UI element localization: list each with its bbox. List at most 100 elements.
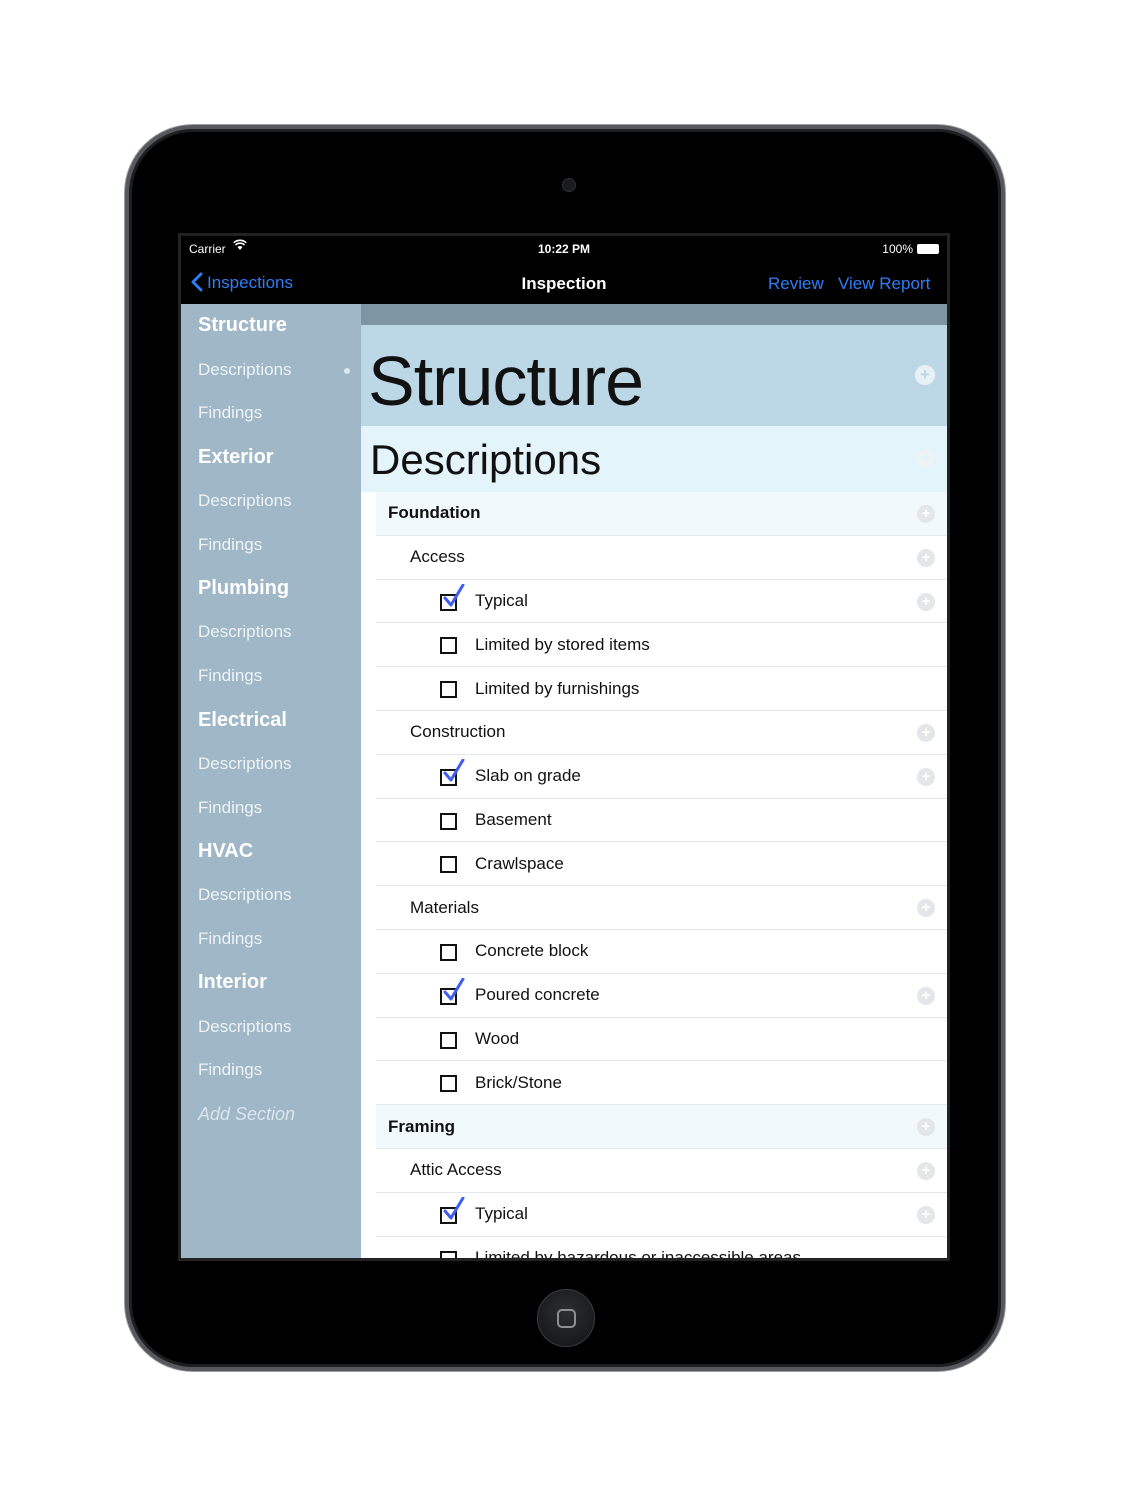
checked-checkbox[interactable] <box>440 977 465 1005</box>
review-button[interactable]: Review <box>768 274 824 294</box>
add-icon[interactable]: + <box>917 1205 935 1224</box>
sidebar-item-label: Structure <box>198 314 287 337</box>
screen: Carrier 10:22 PM 100% Inspections Inspec… <box>178 233 950 1261</box>
sidebar-item[interactable]: Descriptions <box>181 611 361 655</box>
checked-checkbox[interactable] <box>440 583 465 611</box>
checklist-item[interactable]: Typical + <box>376 580 947 624</box>
sidebar-item[interactable]: Findings <box>181 1049 361 1093</box>
row-label: Brick/Stone <box>475 1072 562 1092</box>
checklist-item[interactable]: Poured concrete + <box>376 974 947 1018</box>
home-button[interactable] <box>537 1289 595 1347</box>
sidebar-item[interactable]: Descriptions <box>181 348 361 392</box>
battery-percent: 100% <box>882 242 913 256</box>
checklist-item[interactable]: Wood <box>376 1018 947 1062</box>
add-icon[interactable]: + <box>917 449 935 467</box>
sidebar-section[interactable]: Structure <box>181 304 361 348</box>
sidebar-item[interactable]: Descriptions <box>181 742 361 786</box>
subsection-title: Descriptions <box>370 436 602 483</box>
sidebar-item[interactable]: Findings <box>181 392 361 436</box>
checkbox[interactable] <box>440 943 457 961</box>
subgroup-header[interactable]: Construction + <box>376 711 947 755</box>
sidebar-item-label: Descriptions <box>198 622 292 642</box>
sidebar-section[interactable]: HVAC <box>181 830 361 874</box>
add-icon[interactable]: + <box>917 505 935 523</box>
sidebar-item[interactable]: Descriptions <box>181 873 361 917</box>
sidebar-item-label: Findings <box>198 666 263 686</box>
checklist-item[interactable]: Crawlspace <box>376 842 947 887</box>
sidebar-item[interactable]: Findings <box>181 654 361 698</box>
section-header: Structure + <box>361 325 947 426</box>
row-label: Poured concrete <box>475 985 600 1005</box>
row-label: Attic Access <box>410 1160 502 1180</box>
sidebar-item-label: Descriptions <box>198 491 292 511</box>
sidebar-item-label: Descriptions <box>198 1016 292 1036</box>
sidebar-item-label: HVAC <box>198 839 254 862</box>
checkmark-icon <box>443 583 465 607</box>
checkbox[interactable] <box>440 1250 457 1258</box>
section-title: Structure <box>368 342 644 420</box>
checklist-item[interactable]: Limited by hazardous or inaccessible are… <box>376 1237 947 1258</box>
add-icon[interactable]: + <box>915 365 935 385</box>
add-icon[interactable]: + <box>917 899 935 918</box>
top-strip <box>361 304 947 325</box>
sidebar-item-label: Interior <box>198 971 267 994</box>
sidebar-section[interactable]: Exterior <box>181 435 361 479</box>
checklist-item[interactable]: Concrete block <box>376 930 947 974</box>
sidebar-section[interactable]: Plumbing <box>181 567 361 611</box>
row-label: Framing <box>388 1116 456 1136</box>
sidebar-section[interactable]: Interior <box>181 961 361 1005</box>
sidebar-item-label: Descriptions <box>198 753 292 773</box>
sidebar-item[interactable]: Findings <box>181 786 361 830</box>
add-icon[interactable]: + <box>917 592 935 611</box>
subsection-header: Descriptions + <box>361 426 947 492</box>
view-report-button[interactable]: View Report <box>838 274 930 294</box>
sidebar-item-label: Findings <box>198 403 263 423</box>
checklist-item[interactable]: Limited by stored items <box>376 623 947 668</box>
add-section-button[interactable]: Add Section <box>181 1092 361 1136</box>
checkbox[interactable] <box>440 1031 457 1049</box>
sidebar-item[interactable]: Descriptions <box>181 479 361 523</box>
add-icon[interactable]: + <box>917 548 935 567</box>
sidebar-item-label: Findings <box>198 929 263 949</box>
checkbox[interactable] <box>440 1075 457 1093</box>
add-icon[interactable]: + <box>917 1118 935 1137</box>
checklist-item[interactable]: Limited by furnishings <box>376 667 947 711</box>
add-icon[interactable]: + <box>917 1161 935 1180</box>
subgroup-header[interactable]: Materials + <box>376 886 947 930</box>
checklist-item[interactable]: Basement <box>376 799 947 843</box>
front-camera <box>562 178 576 192</box>
checkbox[interactable] <box>440 637 457 655</box>
sidebar-item[interactable]: Descriptions <box>181 1005 361 1049</box>
status-bar: Carrier 10:22 PM 100% <box>181 236 947 262</box>
add-icon[interactable]: + <box>917 986 935 1005</box>
add-icon[interactable]: + <box>917 767 935 786</box>
navigation-bar: Inspections Inspection Review View Repor… <box>181 262 947 304</box>
row-label: Materials <box>410 897 479 917</box>
checklist-item[interactable]: Typical + <box>376 1193 947 1237</box>
checklist-item[interactable]: Brick/Stone <box>376 1061 947 1106</box>
sidebar-item-label: Exterior <box>198 445 274 468</box>
checked-checkbox[interactable] <box>440 1196 465 1224</box>
checked-checkbox[interactable] <box>440 758 465 786</box>
sidebar-item-label: Findings <box>198 534 263 554</box>
checkmark-icon <box>443 977 465 1001</box>
checkbox[interactable] <box>440 856 457 874</box>
add-icon[interactable]: + <box>917 723 935 742</box>
checklist-item[interactable]: Slab on grade + <box>376 755 947 799</box>
sidebar-item[interactable]: Findings <box>181 523 361 567</box>
subgroup-header[interactable]: Access + <box>376 536 947 580</box>
group-header[interactable]: Framing + <box>376 1105 947 1149</box>
battery-icon <box>917 244 939 254</box>
sidebar-item-label: Plumbing <box>198 577 290 600</box>
row-label: Foundation <box>388 503 481 523</box>
row-label: Access <box>410 547 465 567</box>
checkbox[interactable] <box>440 681 457 699</box>
checkbox[interactable] <box>440 812 457 830</box>
sidebar-item[interactable]: Findings <box>181 917 361 961</box>
row-label: Basement <box>475 809 552 829</box>
main-content: Structure + Descriptions + Foundation + Ac… <box>361 304 947 1258</box>
subgroup-header[interactable]: Attic Access + <box>376 1149 947 1193</box>
sidebar-section[interactable]: Electrical <box>181 698 361 742</box>
group-header[interactable]: Foundation + <box>376 492 947 536</box>
row-label: Slab on grade <box>475 766 581 786</box>
